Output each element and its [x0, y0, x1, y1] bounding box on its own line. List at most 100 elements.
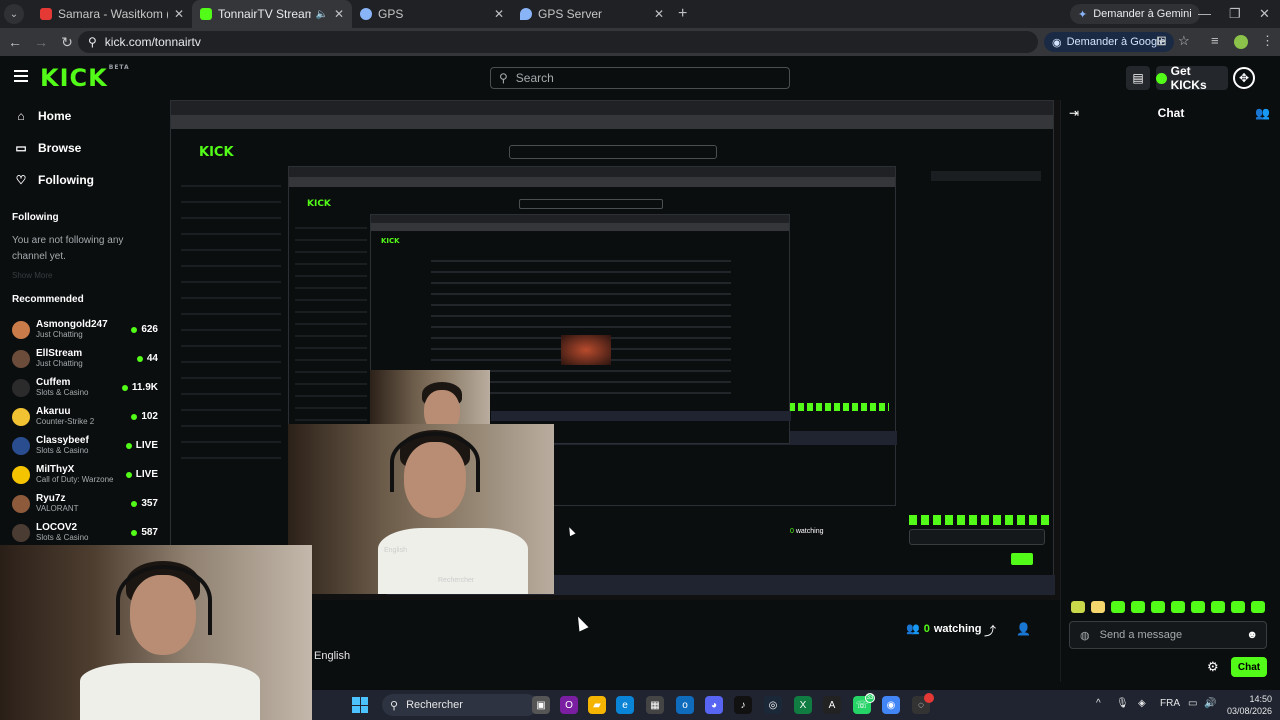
chrome-icon[interactable]: ◉	[882, 696, 900, 714]
input-language[interactable]: FRA	[1160, 698, 1180, 709]
menu-dots-icon[interactable]: ⋮	[1261, 33, 1274, 49]
browse-icon: ▭	[15, 141, 27, 155]
gemini-button[interactable]: ✦ Demander à Gemini	[1070, 4, 1200, 24]
maximize-icon[interactable]: ❐	[1229, 6, 1241, 22]
recommended-channel[interactable]: MiIThyX Call of Duty: Warzone LIVE	[0, 460, 170, 489]
recommended-channel[interactable]: LOCOV2 Slots & Casino 587	[0, 518, 170, 547]
url-bar[interactable]: ⚲ kick.com/tonnairtv	[78, 31, 1038, 53]
avatar	[12, 436, 30, 455]
add-user-icon[interactable]: 👤	[1016, 622, 1031, 636]
task-view-icon[interactable]: ▣	[532, 696, 550, 714]
hamburger-menu-icon[interactable]	[14, 70, 28, 82]
stream-info-bar	[312, 600, 1060, 682]
excel-icon[interactable]: X	[794, 696, 812, 714]
chat-users-icon[interactable]: 👥	[1255, 106, 1270, 120]
sidebar-item-browse[interactable]: ▭ Browse	[0, 132, 170, 164]
search-input[interactable]: ⚲ Search	[490, 67, 790, 89]
emote-icon[interactable]	[1251, 601, 1265, 613]
emoji-icon[interactable]: ☻	[1246, 629, 1258, 641]
taskbar-clock[interactable]: 14:50 03/08/2026	[1227, 693, 1272, 717]
recommended-channel[interactable]: Ryu7z VALORANT 357	[0, 489, 170, 518]
steam-icon[interactable]: ◎	[764, 696, 782, 714]
opera-icon[interactable]: O	[560, 696, 578, 714]
close-icon[interactable]: ✕	[654, 7, 664, 21]
app-a-icon[interactable]: A	[823, 696, 841, 714]
bookmark-star-icon[interactable]: ☆	[1178, 33, 1190, 49]
emote-icon[interactable]	[1091, 601, 1105, 613]
chat-message-input[interactable]: ◍ Send a message ☻	[1069, 621, 1267, 649]
channel-name: Asmongold247	[36, 319, 108, 330]
emote-icon[interactable]	[1071, 601, 1085, 613]
windows-start-icon[interactable]	[352, 697, 368, 713]
obs-icon[interactable]: ◌	[912, 693, 934, 714]
ask-google-button[interactable]: ◉ Demander à Google	[1044, 32, 1174, 52]
minimize-icon[interactable]: —	[1198, 6, 1211, 21]
viewer-count: 357	[131, 498, 158, 509]
share-icon[interactable]: ⤴	[984, 622, 996, 639]
avatar	[12, 494, 30, 513]
get-kicks-button[interactable]: Get KICKs	[1156, 64, 1228, 92]
outlook-icon[interactable]: o	[676, 696, 694, 714]
back-icon[interactable]: ←	[2, 34, 28, 50]
nested-taskbar-search: Rechercher	[438, 577, 475, 584]
close-icon[interactable]: ✕	[494, 7, 504, 21]
tab-tonnairtv[interactable]: TonnairTV Stream - Watch L 🔈 ✕	[192, 0, 352, 28]
gear-icon[interactable]: ⚙	[1207, 659, 1219, 675]
recommended-channel[interactable]: Cuffem Slots & Casino 11.9K	[0, 373, 170, 402]
tray-chevron-icon[interactable]: ^	[1096, 698, 1101, 709]
show-more-link[interactable]: Show More	[0, 271, 170, 280]
kick-logo[interactable]: KICKBETA	[40, 64, 130, 92]
whatsapp-icon[interactable]: ☏ 33	[853, 693, 875, 714]
site-info-icon[interactable]: ⚲	[88, 35, 97, 49]
volume-icon[interactable]: 🔊	[1204, 698, 1216, 709]
network-icon[interactable]: ▭	[1188, 698, 1197, 709]
recommended-channel[interactable]: Classybeef Slots & Casino LIVE	[0, 431, 170, 460]
reload-icon[interactable]: ↻	[54, 34, 80, 51]
speaker-icon[interactable]: 🔈	[315, 9, 327, 20]
tab-gps-server[interactable]: GPS Server ✕	[512, 0, 672, 28]
media-controls-icon[interactable]: ≡	[1211, 33, 1219, 48]
sidebar-item-following[interactable]: ♡ Following	[0, 164, 170, 196]
sidebar-item-home[interactable]: ⌂ Home	[0, 100, 170, 132]
forward-icon[interactable]: →	[28, 34, 54, 50]
channel-category: Just Chatting	[36, 359, 83, 368]
location-icon[interactable]: ◈	[1138, 698, 1146, 709]
video-player[interactable]: KICK KICK KICK 0 watching English Recher…	[170, 100, 1060, 600]
file-explorer-icon[interactable]: ▰	[588, 696, 606, 714]
tab-samara[interactable]: Samara - Wasitkom (Official M ✕	[32, 0, 192, 28]
close-icon[interactable]: ✕	[334, 7, 344, 21]
emote-icon[interactable]	[1211, 601, 1225, 613]
emote-icon[interactable]	[1171, 601, 1185, 613]
new-tab-icon[interactable]: +	[678, 5, 687, 23]
emote-icon[interactable]	[1131, 601, 1145, 613]
library-icon[interactable]: ▤	[1126, 66, 1150, 90]
channel-name: MiIThyX	[36, 464, 75, 475]
recommended-channel[interactable]: EllStream Just Chatting 44	[0, 344, 170, 373]
home-icon: ⌂	[17, 109, 25, 123]
chat-send-button[interactable]: Chat	[1231, 657, 1267, 677]
translate-icon[interactable]: ⊞	[1156, 33, 1167, 49]
chat-placeholder: Send a message	[1099, 629, 1183, 641]
profile-avatar[interactable]	[1234, 35, 1248, 49]
emote-icon[interactable]	[1151, 601, 1165, 613]
close-icon[interactable]: ✕	[174, 7, 184, 21]
microphone-icon[interactable]: 🎙	[1116, 698, 1129, 709]
mini-search	[519, 199, 663, 209]
emote-icon[interactable]	[1231, 601, 1245, 613]
tab-search-icon[interactable]: ⌄	[4, 4, 24, 24]
nested-watching-count: 0	[790, 528, 794, 535]
store-icon[interactable]: ▦	[646, 696, 664, 714]
tiktok-icon[interactable]: ♪	[734, 696, 752, 714]
discord-icon[interactable]: ◕	[705, 696, 723, 714]
tab-gps[interactable]: GPS ✕	[352, 0, 512, 28]
edge-icon[interactable]: e	[616, 696, 634, 714]
emote-icon[interactable]	[1111, 601, 1125, 613]
webcam-overlay	[0, 545, 312, 720]
recommended-channel[interactable]: Akaruu Counter-Strike 2 102	[0, 402, 170, 431]
close-window-icon[interactable]: ✕	[1259, 6, 1270, 22]
taskbar-search[interactable]: ⚲ Rechercher	[382, 694, 538, 716]
user-avatar-icon[interactable]: ✥	[1233, 67, 1255, 89]
emote-icon[interactable]	[1191, 601, 1205, 613]
recommended-channel[interactable]: Asmongold247 Just Chatting 626	[0, 315, 170, 344]
mini-kick-logo: KICK	[381, 237, 400, 245]
